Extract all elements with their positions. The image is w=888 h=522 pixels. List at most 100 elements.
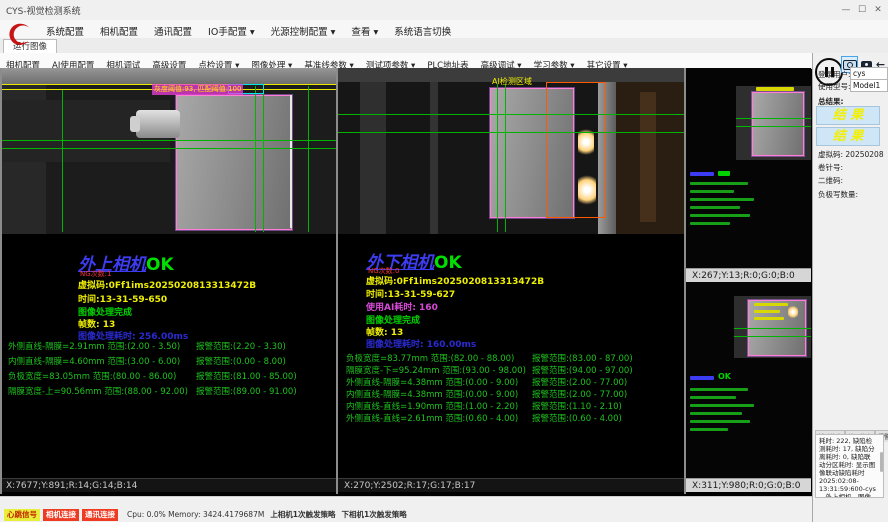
close-button[interactable]: ✕ (870, 3, 886, 17)
mid-ai-time: 使用AI耗时: 160 (366, 300, 438, 313)
left-threshold-label: 灰度阈值:93, 匹配阈值:100 (152, 84, 243, 95)
measure-name: 外侧直线-直线=2.61mm 范围:(0.60 - 4.00) (346, 414, 518, 424)
left-connector-tip (130, 116, 140, 132)
cpu-memory-readout: Cpu: 0.0% Memory: 3424.4179687M (127, 510, 264, 519)
mid-measure-row: 外侧直线-直线=2.61mm 范围:(0.60 - 4.00) (346, 412, 518, 424)
left-green-vline-4 (308, 86, 309, 232)
alarm-range: 报警范围:(83.00 - 87.00) (532, 354, 633, 364)
heartbeat-badge: 心跳信号 (4, 509, 40, 521)
left-green-vline-1 (62, 90, 63, 232)
login-user-label: 登录用户: (818, 69, 851, 80)
window-title: CYS-视觉检测系统 (6, 4, 81, 17)
mid-alarm-row: 报警范围:(83.00 - 87.00) (532, 352, 633, 364)
small-bottom-text-line (690, 388, 748, 391)
alarm-range: 报警范围:(2.00 - 77.00) (532, 390, 627, 400)
mid-green-vline-1 (497, 84, 498, 232)
measure-name: 内侧直线-隔膜=4.60mm 范围:(3.00 - 6.00) (8, 357, 180, 367)
mid-green-hline-1 (338, 114, 684, 115)
panel-separator (336, 68, 338, 494)
small-top-ok-bar (718, 171, 730, 176)
alarm-range: 报警范围:(0.00 - 8.00) (196, 357, 286, 367)
left-image-top-band (0, 68, 336, 84)
mid-alarm-row: 报警范围:(2.00 - 77.00) (532, 388, 627, 400)
small-bottom-yellow-text-1 (754, 303, 788, 306)
small-top-battery (752, 92, 804, 156)
status-bar: 心跳信号相机连接通讯连接 Cpu: 0.0% Memory: 3424.41796… (0, 496, 812, 522)
mid-time: 时间:13-31-59-627 (366, 287, 455, 300)
panel-left-edge (0, 68, 2, 494)
small-top-text-line (690, 222, 730, 225)
small-top-coords-bar: X:267;Y:13;R:0;G:0;B:0 (686, 268, 811, 282)
qr-code-label: 二维码: (818, 175, 843, 186)
mid-green-hline-2 (338, 132, 684, 133)
small-bottom-text-line (690, 396, 736, 399)
small-top-text-line (690, 190, 734, 193)
upper-camera-trigger-status: 上相机1次触发策略 (270, 509, 335, 520)
comm-link-badge: 通讯连接 (82, 509, 118, 521)
left-camera-ok: OK (146, 255, 174, 275)
small-bottom-green-hline-1 (734, 328, 811, 329)
left-connector-pin (136, 110, 180, 138)
small-bottom-ok-text: OK (718, 372, 731, 381)
small-bottom-text-line (690, 420, 750, 423)
small-bottom-yellow-text-3 (754, 317, 784, 320)
model-field[interactable]: Model1 (850, 79, 888, 92)
write-count-label: 负极写数量: (818, 189, 858, 200)
small-top-text-line (690, 198, 754, 201)
mid-glow-spot-2 (578, 174, 596, 206)
left-alarm-row: 报警范围:(81.00 - 85.00) (196, 370, 297, 382)
result-box-2: 结 果 (816, 127, 880, 146)
mid-ai-region-label: AI检测区域 (492, 76, 532, 87)
mid-camera-ok: OK (434, 253, 462, 273)
sidebar-barcode: 虚拟码: 20250208 (818, 149, 884, 160)
maximize-button[interactable]: ☐ (854, 3, 870, 17)
left-green-vline-3 (263, 86, 264, 232)
small-bottom-text-line (690, 412, 742, 415)
alarm-range: 报警范围:(94.00 - 97.00) (532, 366, 633, 376)
small-top-green-hline-1 (736, 118, 811, 119)
measure-name: 外侧直线-隔膜=4.38mm 范围:(0.00 - 9.00) (346, 378, 518, 388)
measure-name: 负极宽度=83.77mm 范围:(82.00 - 88.00) (346, 354, 514, 364)
small-bottom-title-bar (690, 376, 714, 380)
measure-name: 外侧直线-隔膜=2.91mm 范围:(2.00 - 3.50) (8, 342, 180, 352)
mid-measure-row: 负极宽度=83.77mm 范围:(82.00 - 88.00) (346, 352, 514, 364)
alarm-range: 报警范围:(2.20 - 3.30) (196, 342, 286, 352)
camera-link-badge: 相机连接 (43, 509, 79, 521)
log-text-area[interactable]: 耗时: 222, 缺陷检测耗时: 17, 缺陷分离耗时: 0, 缺陷联动分区耗时… (815, 434, 884, 498)
measure-name: 负极宽度=83.05mm 范围:(80.00 - 86.00) (8, 372, 176, 382)
small-top-text-line (690, 206, 740, 209)
left-measure-row: 内侧直线-隔膜=4.60mm 范围:(3.00 - 6.00) (8, 355, 180, 367)
minimize-button[interactable]: — (838, 3, 854, 17)
needle-number-label: 卷针号: (818, 162, 843, 173)
small-top-green-hline-2 (736, 126, 811, 127)
small-top-yellow-label (756, 87, 794, 91)
mid-brown-column (640, 92, 656, 222)
mid-orange-rect (546, 82, 606, 218)
measure-name: 隔膜宽度-下=95.24mm 范围:(93.00 - 98.00) (346, 366, 526, 376)
mid-proc-time: 图像处理耗时: 160.00ms (366, 337, 476, 350)
left-battery-region (176, 95, 292, 230)
mid-measure-row: 内侧直线-直线=1.90mm 范围:(1.00 - 2.20) (346, 400, 518, 412)
menu-items: 系统配置相机配置通讯配置IO手配置 ▾光源控制配置 ▾查看 ▾系统语言切换 (38, 20, 459, 38)
alarm-range: 报警范围:(1.10 - 2.10) (532, 402, 622, 412)
title-bar: CYS-视觉检测系统 — ☐ ✕ (0, 0, 888, 21)
mid-measure-row: 隔膜宽度-下=95.24mm 范围:(93.00 - 98.00) (346, 364, 526, 376)
log-scrollbar[interactable] (880, 452, 883, 472)
alarm-range: 报警范围:(89.00 - 91.00) (196, 387, 297, 397)
tab-strip (0, 38, 888, 54)
panel-separator (684, 68, 686, 494)
left-alarm-row: 报警范围:(0.00 - 8.00) (196, 355, 286, 367)
left-green-hline-1 (0, 140, 336, 141)
mid-alarm-row: 报警范围:(2.00 - 77.00) (532, 376, 627, 388)
small-bottom-green-hline-2 (734, 336, 811, 337)
small-top-text-line (690, 214, 750, 217)
small-bottom-coords-bar: X:311;Y:980;R:0;G:0;B:0 (686, 478, 811, 492)
mid-image-column-1 (360, 82, 386, 234)
alarm-range: 报警范围:(2.00 - 77.00) (532, 378, 627, 388)
mid-barcode: 虚拟码:0Ff1ims2025020813313472B (366, 274, 544, 287)
mid-alarm-row: 报警范围:(0.60 - 4.00) (532, 412, 622, 424)
measure-name: 隔膜宽度-上=90.56mm 范围:(88.00 - 92.00) (8, 387, 188, 397)
alarm-range: 报警范围:(0.60 - 4.00) (532, 414, 622, 424)
alarm-range: 报警范围:(81.00 - 85.00) (196, 372, 297, 382)
result-box-1: 结 果 (816, 106, 880, 125)
